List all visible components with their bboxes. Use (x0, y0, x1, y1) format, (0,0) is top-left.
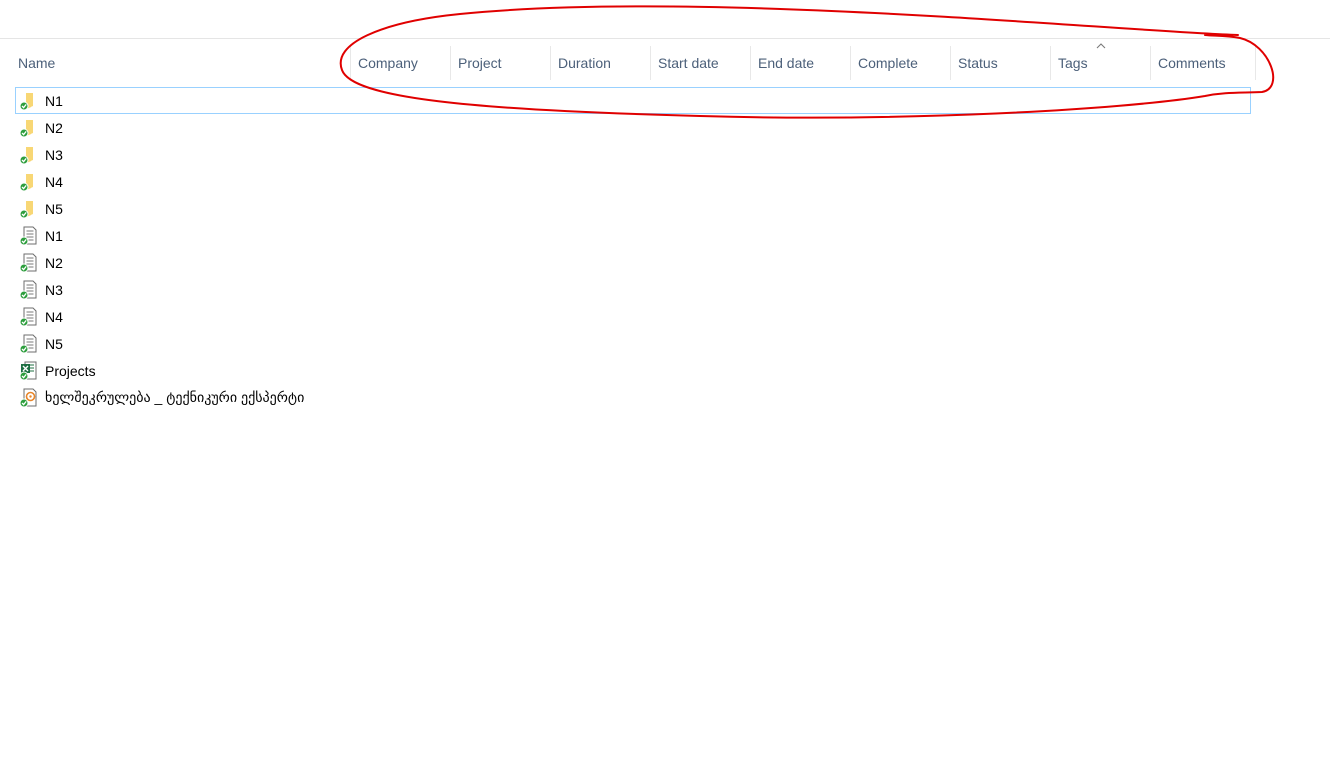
file-name: Projects (45, 362, 96, 379)
column-header-duration[interactable]: Duration (550, 46, 650, 80)
list-item[interactable]: N3 (0, 276, 1260, 303)
document-icon (19, 307, 37, 327)
top-divider (0, 38, 1330, 39)
chevron-up-icon (1096, 43, 1106, 49)
document-icon (19, 280, 37, 300)
file-name: N2 (45, 254, 63, 271)
file-name: ხელშეკრულება _ ტექნიკური ექსპერტი (45, 389, 305, 405)
file-name: N4 (45, 308, 63, 325)
file-name: N1 (45, 92, 63, 109)
file-name: N3 (45, 281, 63, 298)
list-item[interactable]: ხელშეკრულება _ ტექნიკური ექსპერტი (0, 384, 1260, 411)
file-name: N4 (45, 173, 63, 190)
list-item[interactable]: N5 (0, 195, 1260, 222)
folder-icon (19, 120, 33, 138)
document-icon (19, 226, 37, 246)
list-item[interactable]: N4 (0, 168, 1260, 195)
document-icon (19, 334, 37, 354)
media-file-icon (19, 388, 37, 408)
list-item[interactable]: N5 (0, 330, 1260, 357)
column-header-start-date[interactable]: Start date (650, 46, 750, 80)
column-header-complete[interactable]: Complete (850, 46, 950, 80)
column-header-company[interactable]: Company (350, 46, 450, 80)
file-name: N2 (45, 119, 63, 136)
list-item[interactable]: N1 (0, 222, 1260, 249)
document-icon (19, 253, 37, 273)
list-item[interactable]: N2 (0, 114, 1260, 141)
column-divider[interactable] (1255, 46, 1256, 80)
folder-icon (19, 174, 33, 192)
folder-icon (19, 201, 33, 219)
excel-icon (19, 361, 37, 381)
column-header-status[interactable]: Status (950, 46, 1050, 80)
file-name: N3 (45, 146, 63, 163)
file-name: N5 (45, 200, 63, 217)
list-item[interactable]: N4 (0, 303, 1260, 330)
column-header-comments[interactable]: Comments (1150, 46, 1255, 80)
file-name: N5 (45, 335, 63, 352)
list-item[interactable]: N1 (15, 87, 1251, 114)
folder-icon (19, 93, 33, 111)
file-explorer-details-view: Name Company Project Duration Start date… (0, 0, 1330, 765)
column-header-end-date[interactable]: End date (750, 46, 850, 80)
file-name: N1 (45, 227, 63, 244)
folder-icon (19, 147, 33, 165)
file-list: N1 N2 N3 N4 N5 N1 N2 N3 N4 N5 Projects ხ… (0, 87, 1260, 411)
list-item[interactable]: N2 (0, 249, 1260, 276)
list-item[interactable]: Projects (0, 357, 1260, 384)
column-header-project[interactable]: Project (450, 46, 550, 80)
list-item[interactable]: N3 (0, 141, 1260, 168)
column-header-name[interactable]: Name (0, 46, 350, 80)
